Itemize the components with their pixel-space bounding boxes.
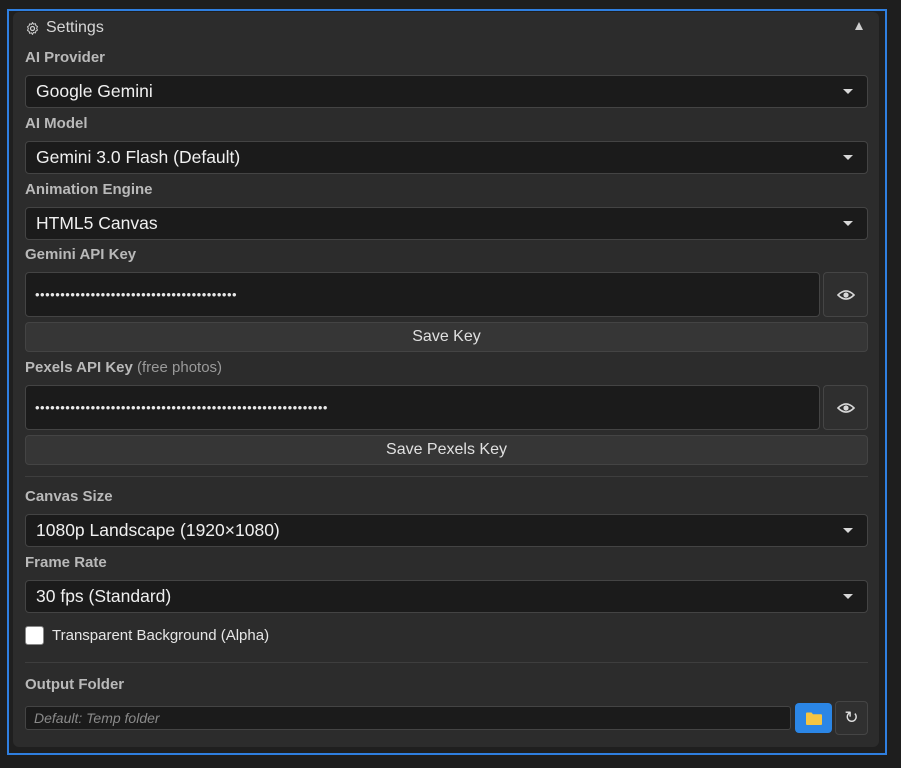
ai-provider-label: AI Provider	[25, 49, 106, 66]
gear-icon	[27, 21, 38, 35]
pexels-key-label-text: Pexels API Key	[25, 359, 133, 376]
ai-provider-select[interactable]: Google Gemini	[25, 75, 868, 108]
gemini-key-label: Gemini API Key	[25, 246, 137, 263]
ai-model-select[interactable]: Gemini 3.0 Flash (Default)	[25, 141, 868, 174]
eye-icon	[836, 402, 855, 413]
pexels-key-reveal-button[interactable]	[823, 385, 868, 430]
save-key-button[interactable]: Save Key	[25, 322, 868, 352]
section-divider	[25, 662, 868, 663]
frame-rate-select[interactable]: 30 fps (Standard)	[25, 580, 868, 613]
triangle-up-icon[interactable]	[855, 22, 863, 30]
save-pexels-key-button[interactable]: Save Pexels Key	[25, 435, 868, 465]
animation-engine-value: HTML5 Canvas	[36, 213, 158, 233]
canvas-size-select[interactable]: 1080p Landscape (1920×1080)	[25, 514, 868, 547]
output-folder-input[interactable]	[25, 706, 791, 730]
animation-engine-label: Animation Engine	[25, 181, 153, 198]
canvas-size-value: 1080p Landscape (1920×1080)	[36, 520, 280, 540]
ai-model-label: AI Model	[25, 115, 88, 132]
browse-folder-button[interactable]	[795, 703, 832, 733]
frame-rate-label: Frame Rate	[25, 554, 107, 571]
ai-model-value: Gemini 3.0 Flash (Default)	[36, 147, 241, 167]
chevron-down-icon	[843, 89, 853, 94]
chevron-down-icon	[843, 221, 853, 226]
gemini-key-reveal-button[interactable]	[823, 272, 868, 317]
section-divider	[25, 476, 868, 477]
reset-folder-button[interactable]: ↻	[835, 701, 868, 735]
canvas-size-label: Canvas Size	[25, 488, 113, 505]
output-folder-label: Output Folder	[25, 676, 125, 693]
chevron-down-icon	[843, 528, 853, 533]
gemini-key-input[interactable]: ••••••••••••••••••••••••••••••••••••••••	[25, 272, 820, 317]
refresh-icon: ↻	[844, 708, 859, 727]
transparent-background-label[interactable]: Transparent Background (Alpha)	[52, 627, 269, 644]
ai-provider-value: Google Gemini	[36, 81, 153, 101]
eye-icon	[836, 289, 855, 300]
chevron-down-icon	[843, 155, 853, 160]
settings-title: Settings	[46, 19, 104, 36]
frame-rate-value: 30 fps (Standard)	[36, 586, 172, 606]
chevron-down-icon	[843, 594, 853, 599]
pexels-key-label: Pexels API Key (free photos)	[25, 359, 222, 376]
transparent-background-checkbox[interactable]	[25, 626, 44, 645]
animation-engine-select[interactable]: HTML5 Canvas	[25, 207, 868, 240]
folder-icon	[805, 712, 822, 725]
pexels-key-label-note: (free photos)	[137, 359, 223, 376]
settings-header[interactable]: Settings	[25, 19, 104, 37]
pexels-key-input[interactable]: ••••••••••••••••••••••••••••••••••••••••…	[25, 385, 820, 430]
